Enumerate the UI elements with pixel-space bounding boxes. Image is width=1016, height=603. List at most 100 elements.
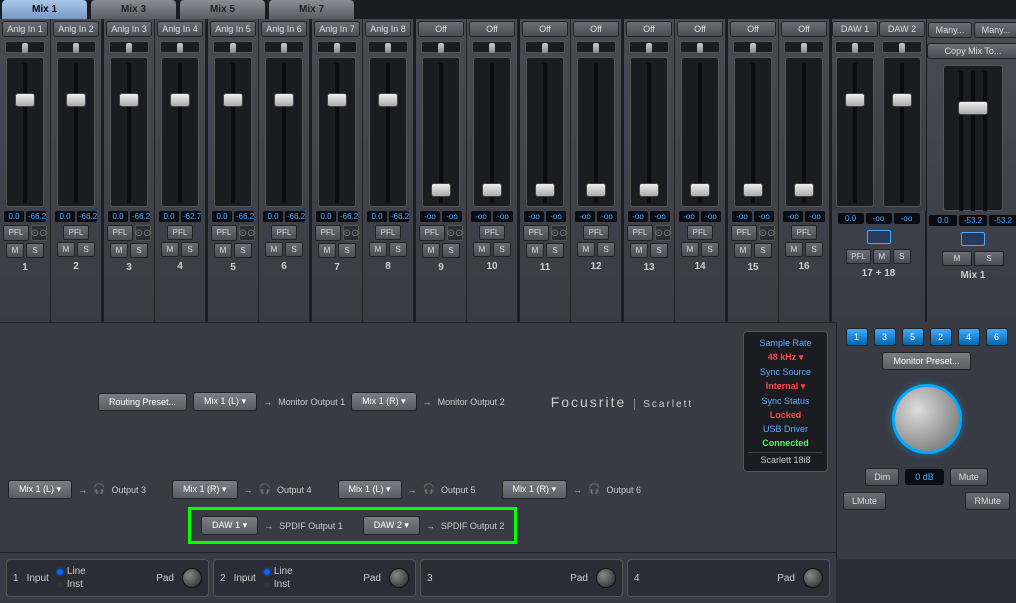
- route-source[interactable]: Mix 1 (L) ▾: [8, 480, 72, 499]
- channel-source[interactable]: Anlg In 8: [365, 21, 411, 37]
- route-source[interactable]: DAW 2 ▾: [363, 516, 420, 535]
- pfl-button[interactable]: PFL: [315, 225, 341, 241]
- pfl-button[interactable]: PFL: [523, 225, 549, 241]
- mute-button[interactable]: M: [422, 243, 440, 258]
- route-source[interactable]: Mix 1 (L) ▾: [338, 480, 402, 499]
- mute-button[interactable]: M: [57, 242, 75, 257]
- monitor-preset-button[interactable]: Monitor Preset...: [882, 352, 970, 370]
- fader[interactable]: [734, 57, 772, 207]
- monitor-preset[interactable]: 5: [902, 328, 924, 346]
- mute-button[interactable]: Mute: [950, 468, 988, 486]
- pad-knob[interactable]: [803, 568, 823, 588]
- fader[interactable]: [526, 57, 564, 207]
- solo-button[interactable]: S: [77, 242, 95, 257]
- solo-button[interactable]: S: [181, 242, 199, 257]
- pfl-button[interactable]: PFL: [846, 249, 871, 264]
- lmute-button[interactable]: LMute: [843, 492, 886, 510]
- monitor-preset[interactable]: 1: [846, 328, 868, 346]
- pfl-button[interactable]: PFL: [627, 225, 653, 241]
- pan-slider[interactable]: [576, 41, 616, 53]
- fader[interactable]: [785, 57, 823, 207]
- solo-button[interactable]: S: [893, 249, 911, 264]
- pan-slider[interactable]: [317, 41, 357, 53]
- rmute-button[interactable]: RMute: [965, 492, 1010, 510]
- solo-button[interactable]: S: [338, 243, 356, 258]
- channel-source[interactable]: Anlg In 7: [314, 21, 360, 37]
- pad-knob[interactable]: [182, 568, 202, 588]
- solo-button[interactable]: S: [597, 242, 615, 257]
- daw-source[interactable]: DAW 2: [879, 21, 925, 37]
- monitor-preset[interactable]: 4: [958, 328, 980, 346]
- stereo-link[interactable]: ⊙⊙: [31, 225, 47, 241]
- pad-knob[interactable]: [389, 568, 409, 588]
- copy-mix-button[interactable]: Copy Mix To...: [927, 43, 1016, 59]
- pan-slider[interactable]: [472, 41, 512, 53]
- solo-button[interactable]: S: [805, 242, 823, 257]
- mute-button[interactable]: M: [630, 243, 648, 258]
- monitor-preset[interactable]: 3: [874, 328, 896, 346]
- pan-slider[interactable]: [882, 41, 922, 53]
- channel-source[interactable]: Anlg In 1: [2, 21, 48, 37]
- solo-button[interactable]: S: [442, 243, 460, 258]
- stereo-link[interactable]: [961, 232, 985, 246]
- solo-button[interactable]: S: [650, 243, 668, 258]
- monitor-preset[interactable]: 6: [986, 328, 1008, 346]
- fader[interactable]: [473, 57, 511, 207]
- pad-knob[interactable]: [596, 568, 616, 588]
- stereo-link[interactable]: ⊙⊙: [447, 225, 463, 241]
- solo-button[interactable]: S: [546, 243, 564, 258]
- stereo-link[interactable]: ⊙⊙: [343, 225, 359, 241]
- pfl-button[interactable]: PFL: [687, 225, 713, 240]
- pfl-button[interactable]: PFL: [731, 225, 757, 241]
- fader[interactable]: [318, 57, 356, 207]
- mute-button[interactable]: M: [265, 242, 283, 257]
- channel-source[interactable]: Off: [626, 21, 672, 37]
- mute-button[interactable]: M: [473, 242, 491, 257]
- mute-button[interactable]: M: [214, 243, 232, 258]
- fader[interactable]: [577, 57, 615, 207]
- fader[interactable]: [836, 57, 874, 207]
- pan-slider[interactable]: [213, 41, 253, 53]
- solo-button[interactable]: S: [389, 242, 407, 257]
- solo-button[interactable]: S: [701, 242, 719, 257]
- pfl-button[interactable]: PFL: [583, 225, 609, 240]
- pan-slider[interactable]: [368, 41, 408, 53]
- pfl-button[interactable]: PFL: [211, 225, 237, 241]
- channel-source[interactable]: Off: [573, 21, 619, 37]
- mute-button[interactable]: M: [681, 242, 699, 257]
- fader[interactable]: [6, 57, 44, 207]
- mute-button[interactable]: M: [873, 249, 891, 264]
- route-source[interactable]: Mix 1 (R) ▾: [351, 392, 417, 411]
- channel-source[interactable]: Off: [522, 21, 568, 37]
- mute-button[interactable]: M: [6, 243, 24, 258]
- fader[interactable]: [214, 57, 252, 207]
- pan-slider[interactable]: [733, 41, 773, 53]
- pan-slider[interactable]: [835, 41, 875, 53]
- route-source[interactable]: Mix 1 (L) ▾: [193, 392, 257, 411]
- status-value[interactable]: Internal ▾: [748, 379, 823, 394]
- pan-slider[interactable]: [109, 41, 149, 53]
- mute-button[interactable]: M: [734, 243, 752, 258]
- mix-tab[interactable]: Mix 1: [2, 0, 87, 19]
- solo-button[interactable]: S: [26, 243, 44, 258]
- fader[interactable]: [681, 57, 719, 207]
- pfl-button[interactable]: PFL: [271, 225, 297, 240]
- mute-button[interactable]: M: [942, 251, 972, 266]
- route-source[interactable]: Mix 1 (R) ▾: [172, 480, 238, 499]
- channel-source[interactable]: Off: [469, 21, 515, 37]
- led-indicator[interactable]: [264, 569, 270, 575]
- channel-source[interactable]: Off: [730, 21, 776, 37]
- solo-button[interactable]: S: [285, 242, 303, 257]
- pan-slider[interactable]: [5, 41, 45, 53]
- pfl-button[interactable]: PFL: [107, 225, 133, 241]
- channel-source[interactable]: Anlg In 2: [53, 21, 99, 37]
- mute-button[interactable]: M: [318, 243, 336, 258]
- stereo-link[interactable]: ⊙⊙: [655, 225, 671, 241]
- monitor-volume-knob[interactable]: [892, 384, 962, 454]
- output-select[interactable]: Many...: [928, 22, 972, 38]
- pan-slider[interactable]: [264, 41, 304, 53]
- routing-preset-button[interactable]: Routing Preset...: [98, 393, 187, 411]
- pan-slider[interactable]: [680, 41, 720, 53]
- pan-slider[interactable]: [629, 41, 669, 53]
- channel-source[interactable]: Off: [677, 21, 723, 37]
